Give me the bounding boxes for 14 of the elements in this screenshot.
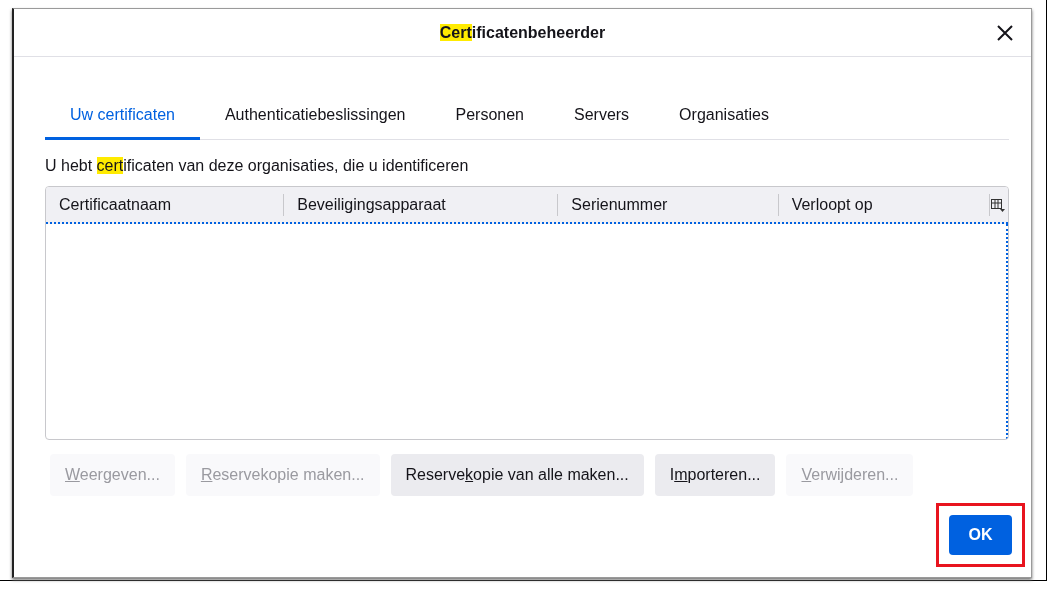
description-text: U hebt certificaten van deze organisaties, die u identificeren — [45, 157, 470, 175]
ok-button[interactable]: OK — [949, 515, 1012, 555]
action-button[interactable]: Importeren... — [654, 454, 776, 496]
tab[interactable]: Uw certificaten — [45, 94, 200, 140]
tab[interactable]: Servers — [549, 94, 655, 140]
tab[interactable]: Organisaties — [654, 94, 794, 140]
action-button[interactable]: Reservekopie van alle maken... — [390, 454, 644, 496]
column-header[interactable]: Serienummer — [558, 193, 779, 216]
tab[interactable]: Personen — [430, 94, 549, 140]
column-header[interactable]: Verloopt op — [778, 193, 990, 216]
column-header[interactable]: Beveiligingsapparaat — [284, 193, 559, 216]
column-header[interactable]: Certificaatnaam — [46, 193, 285, 216]
tab[interactable]: Authenticatiebeslissingen — [199, 94, 431, 140]
column-picker-icon[interactable] — [990, 196, 1006, 213]
